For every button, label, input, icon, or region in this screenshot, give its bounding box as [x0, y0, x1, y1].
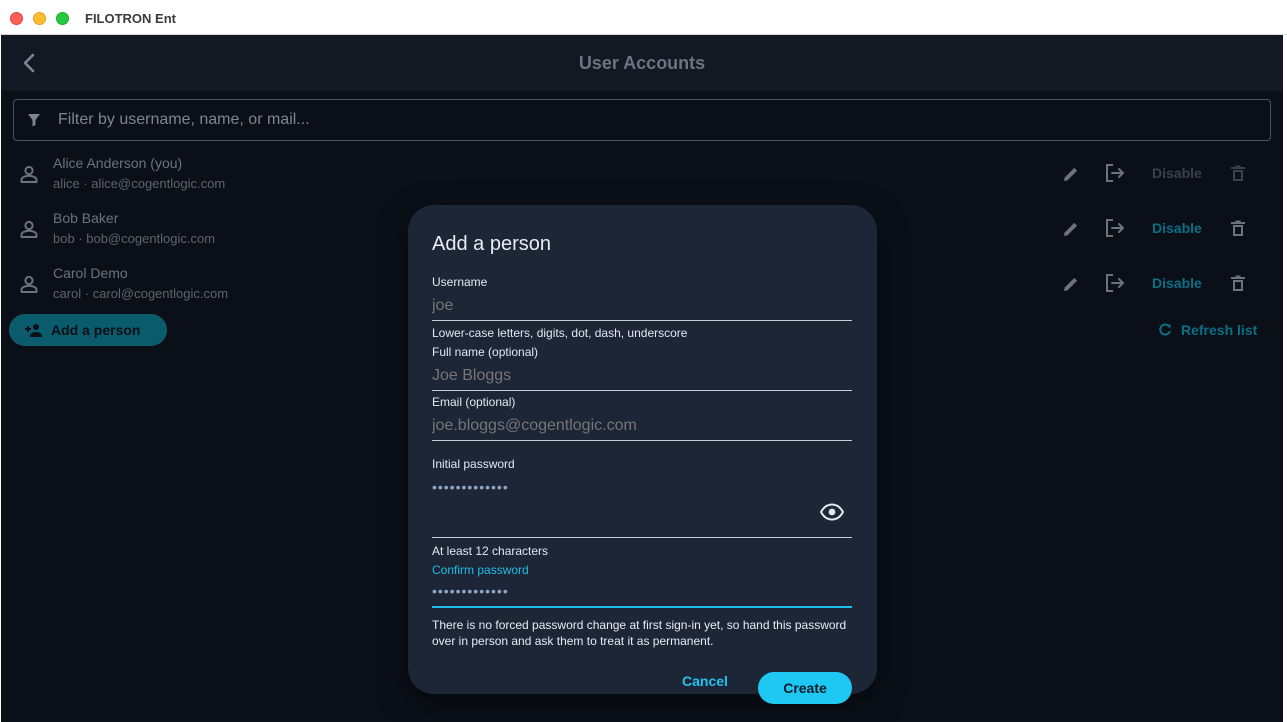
- person-icon: [20, 275, 38, 293]
- filter-input[interactable]: [58, 100, 1258, 140]
- fullname-label: Full name (optional): [432, 345, 539, 359]
- disable-button[interactable]: Disable: [1152, 165, 1202, 181]
- trash-icon[interactable]: [1230, 275, 1246, 293]
- edit-icon[interactable]: [1062, 275, 1080, 293]
- add-person-button[interactable]: Add a person: [9, 314, 167, 346]
- add-person-dialog: Add a person Username Lower-case letters…: [408, 205, 877, 704]
- user-row: Alice Anderson (you) alice · alice@cogen…: [1, 146, 1283, 201]
- window-title: FILOTRON Ent: [85, 11, 176, 26]
- app-bar: User Accounts: [1, 35, 1283, 91]
- person-icon: [20, 220, 38, 238]
- username-helper-text: Lower-case letters, digits, dot, dash, u…: [432, 326, 688, 340]
- confirm-password-input[interactable]: •••••••••••••: [432, 583, 509, 599]
- user-name: Alice Anderson (you): [53, 155, 183, 171]
- user-login-email: carol · carol@cogentlogic.com: [53, 286, 229, 301]
- edit-icon[interactable]: [1062, 220, 1080, 238]
- email-underline: [432, 440, 852, 441]
- user-login-email: alice · alice@cogentlogic.com: [53, 176, 226, 191]
- email-label: Email (optional): [432, 395, 516, 409]
- sign-out-icon[interactable]: [1104, 272, 1126, 294]
- refresh-list-label: Refresh list: [1181, 322, 1258, 338]
- page-title: User Accounts: [578, 53, 706, 73]
- user-name: Bob Baker: [53, 210, 119, 226]
- username-label: Username: [432, 275, 488, 289]
- sign-out-icon[interactable]: [1104, 162, 1126, 184]
- disable-button[interactable]: Disable: [1152, 275, 1202, 291]
- user-login-email: bob · bob@cogentlogic.com: [53, 231, 216, 246]
- zoom-window-button[interactable]: [56, 12, 69, 25]
- confirm-password-underline: [432, 606, 852, 608]
- sign-out-icon[interactable]: [1104, 217, 1126, 239]
- username-underline: [432, 320, 852, 321]
- initial-password-input[interactable]: •••••••••••••: [432, 479, 509, 495]
- initial-password-underline: [432, 537, 852, 538]
- email-input[interactable]: [432, 415, 852, 437]
- dialog-title: Add a person: [432, 233, 551, 255]
- trash-icon[interactable]: [1230, 165, 1246, 183]
- person-icon: [20, 165, 38, 183]
- password-note: There is no forced password change at fi…: [432, 618, 847, 648]
- filter-box: [13, 99, 1271, 141]
- refresh-list-button[interactable]: Refresh list: [1158, 322, 1257, 338]
- user-name: Carol Demo: [53, 265, 128, 281]
- create-button[interactable]: Create: [758, 672, 852, 704]
- window-titlebar: FILOTRON Ent: [0, 0, 1287, 35]
- close-window-button[interactable]: [10, 12, 23, 25]
- show-password-icon[interactable]: [820, 503, 844, 521]
- filter-icon: [28, 114, 40, 127]
- password-helper-text: At least 12 characters: [432, 544, 549, 558]
- add-person-label: Add a person: [51, 322, 141, 338]
- trash-icon[interactable]: [1230, 220, 1246, 238]
- confirm-password-label: Confirm password: [432, 563, 529, 577]
- edit-icon[interactable]: [1062, 165, 1080, 183]
- fullname-input[interactable]: [432, 365, 852, 387]
- disable-button[interactable]: Disable: [1152, 220, 1202, 236]
- app-content: User Accounts Alice Anderson (you) alice…: [1, 35, 1283, 722]
- add-person-icon: [25, 324, 42, 337]
- cancel-button[interactable]: Cancel: [682, 673, 728, 689]
- minimize-window-button[interactable]: [33, 12, 46, 25]
- username-input[interactable]: [432, 295, 852, 317]
- initial-password-label: Initial password: [432, 457, 515, 471]
- refresh-icon: [1159, 323, 1171, 336]
- fullname-underline: [432, 390, 852, 391]
